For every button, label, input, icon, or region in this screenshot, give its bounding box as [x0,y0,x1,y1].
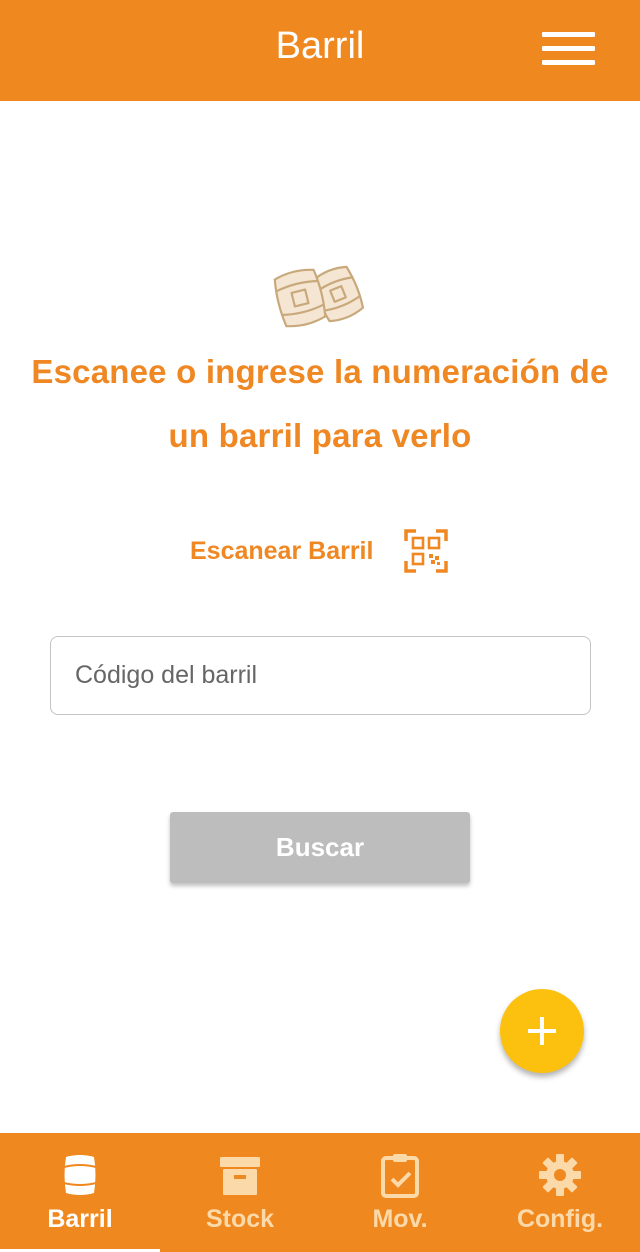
clipboard-check-icon [381,1154,419,1198]
qr-code-icon[interactable] [404,529,448,573]
tab-config[interactable]: Config. [480,1133,640,1252]
add-barrel-button[interactable] [500,989,584,1073]
scan-barrel-button[interactable]: Escanear Barril [186,526,456,576]
bottom-navigation: Barril Stock Mov. Config. [0,1133,640,1252]
instruction-text: Escanee o ingrese la numeración de un ba… [31,353,609,454]
tab-stock[interactable]: Stock [160,1133,320,1252]
tab-label: Barril [47,1205,113,1233]
barrel-code-input[interactable] [50,636,591,715]
archive-box-icon [220,1157,260,1195]
tab-label: Mov. [372,1205,428,1233]
tab-mov[interactable]: Mov. [320,1133,480,1252]
gear-icon [539,1154,581,1196]
search-button[interactable]: Buscar [170,812,470,883]
tab-barril[interactable]: Barril [0,1133,160,1252]
barrels-icon [273,265,365,328]
tab-label: Stock [205,1205,275,1233]
tab-label: Config. [516,1205,604,1233]
scan-barrel-label: Escanear Barril [190,536,374,565]
hamburger-menu-icon[interactable] [536,28,600,72]
barrel-icon [63,1155,97,1195]
app-header: Barril [0,0,640,101]
